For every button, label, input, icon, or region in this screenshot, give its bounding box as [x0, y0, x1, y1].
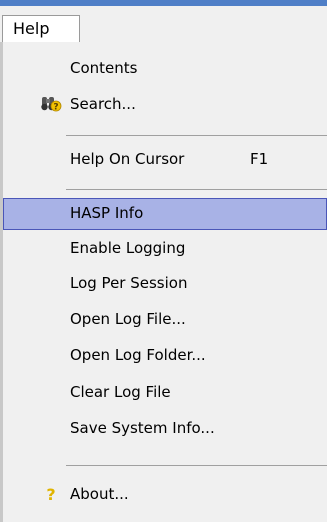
menu-item-search[interactable]: ? Search... [3, 89, 327, 119]
menu-item-open-log-folder[interactable]: Open Log Folder... [3, 340, 327, 370]
menu-separator [66, 135, 327, 136]
menu-item-log-per-session[interactable]: Log Per Session [3, 268, 327, 298]
menu-item-enable-logging[interactable]: Enable Logging [3, 233, 327, 263]
menu-item-open-log-file[interactable]: Open Log File... [3, 304, 327, 334]
menubar-help-label: Help [13, 19, 50, 38]
binoculars-question-icon: ? [40, 93, 62, 115]
menu-separator [66, 465, 327, 466]
menu-separator [66, 189, 327, 190]
menu-item-clear-log-file[interactable]: Clear Log File [3, 377, 327, 407]
menubar: Help [0, 6, 327, 43]
menu-item-contents-label: Contents [70, 59, 138, 77]
menu-item-hasp-info[interactable]: HASP Info [3, 198, 327, 230]
menu-item-about[interactable]: ? About... [3, 479, 327, 509]
menu-item-help-on-cursor-shortcut: F1 [250, 150, 269, 168]
menu-item-help-on-cursor[interactable]: Help On Cursor F1 [3, 144, 327, 174]
menu-item-about-label: About... [70, 485, 129, 503]
menu-item-help-on-cursor-label: Help On Cursor [70, 150, 185, 168]
help-menu-screenshot: Help Contents ? Search... Help On Cursor… [0, 0, 327, 522]
menu-item-contents[interactable]: Contents [3, 53, 327, 83]
question-mark-icon: ? [40, 483, 62, 505]
menu-item-save-system-info-label: Save System Info... [70, 419, 215, 437]
menu-item-enable-logging-label: Enable Logging [70, 239, 186, 257]
svg-text:?: ? [53, 103, 58, 113]
menu-item-open-log-file-label: Open Log File... [70, 310, 186, 328]
menu-item-log-per-session-label: Log Per Session [70, 274, 188, 292]
menu-item-search-label: Search... [70, 95, 136, 113]
menubar-help[interactable]: Help [2, 15, 80, 42]
menu-item-clear-log-file-label: Clear Log File [70, 383, 171, 401]
menu-item-open-log-folder-label: Open Log Folder... [70, 346, 206, 364]
svg-text:?: ? [46, 485, 55, 504]
menu-item-save-system-info[interactable]: Save System Info... [3, 413, 327, 443]
menu-item-hasp-info-label: HASP Info [70, 204, 144, 222]
